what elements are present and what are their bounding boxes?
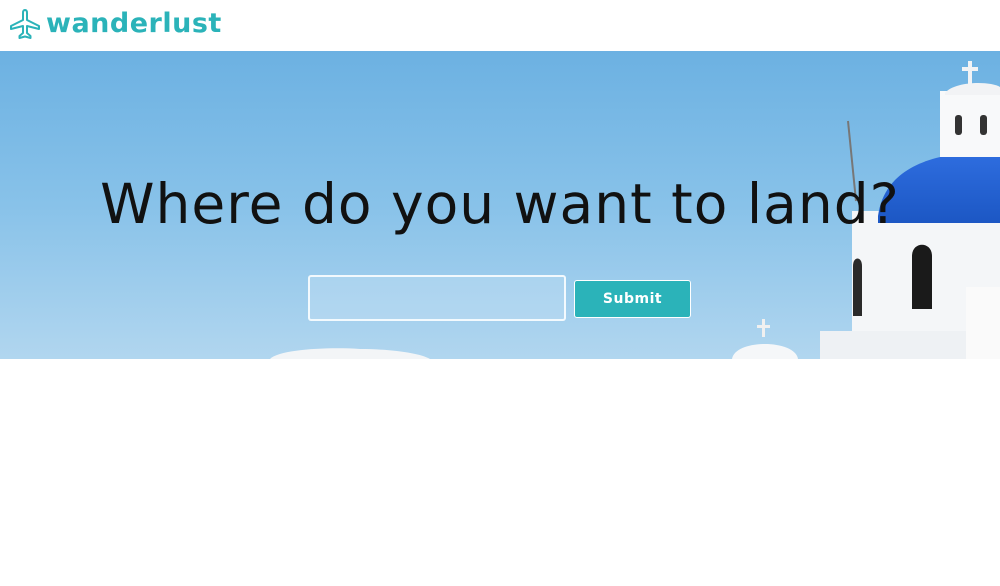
hero-banner: Where do you want to land? Submit xyxy=(0,51,1000,359)
destination-search-input[interactable] xyxy=(308,275,566,321)
page-content-area xyxy=(0,359,1000,586)
submit-button[interactable]: Submit xyxy=(574,280,691,318)
hero-title: Where do you want to land? xyxy=(100,172,900,236)
airplane-icon xyxy=(10,9,40,39)
brand-name: wanderlust xyxy=(46,8,222,39)
site-header: wanderlust xyxy=(0,0,1000,51)
brand-logo[interactable]: wanderlust xyxy=(8,6,222,42)
